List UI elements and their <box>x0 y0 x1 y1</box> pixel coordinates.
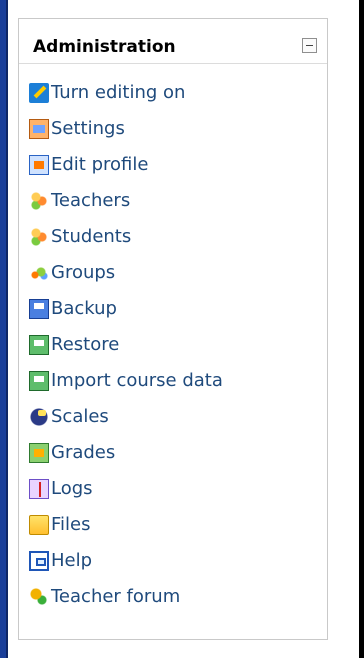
menu-item-settings[interactable]: Settings <box>29 111 223 147</box>
folder-icon <box>29 515 49 535</box>
menu-item-students[interactable]: Students <box>29 219 223 255</box>
left-border <box>0 0 8 658</box>
menu-item-groups[interactable]: Groups <box>29 255 223 291</box>
right-border <box>359 0 364 658</box>
help-icon <box>29 551 49 571</box>
grades-icon <box>29 443 49 463</box>
menu-item-label[interactable]: Import course data <box>51 372 223 390</box>
profile-icon <box>29 155 49 175</box>
menu-item-label[interactable]: Scales <box>51 408 109 426</box>
menu-item-grades[interactable]: Grades <box>29 435 223 471</box>
menu-item-label[interactable]: Logs <box>51 480 93 498</box>
import-icon <box>29 371 49 391</box>
collapse-button[interactable] <box>302 38 317 53</box>
menu-item-teachers[interactable]: Teachers <box>29 183 223 219</box>
menu-item-label[interactable]: Help <box>51 552 92 570</box>
settings-icon <box>29 119 49 139</box>
block-title: Administration <box>33 37 176 57</box>
forum-icon <box>29 587 49 607</box>
menu-item-label[interactable]: Restore <box>51 336 119 354</box>
menu-item-backup[interactable]: Backup <box>29 291 223 327</box>
menu-item-label[interactable]: Edit profile <box>51 156 148 174</box>
users-icon <box>29 227 49 247</box>
menu-item-import-course-data[interactable]: Import course data <box>29 363 223 399</box>
menu-item-label[interactable]: Grades <box>51 444 115 462</box>
menu-item-logs[interactable]: Logs <box>29 471 223 507</box>
block-header: Administration <box>19 19 327 64</box>
restore-icon <box>29 335 49 355</box>
menu-item-label[interactable]: Backup <box>51 300 117 318</box>
menu-item-teacher-forum[interactable]: Teacher forum <box>29 579 223 615</box>
admin-menu: Turn editing on Settings Edit profile Te… <box>29 75 223 615</box>
edit-icon <box>29 83 49 103</box>
menu-item-restore[interactable]: Restore <box>29 327 223 363</box>
menu-item-turn-editing-on[interactable]: Turn editing on <box>29 75 223 111</box>
groups-icon <box>29 263 49 283</box>
users-icon <box>29 191 49 211</box>
menu-item-label[interactable]: Students <box>51 228 131 246</box>
backup-icon <box>29 299 49 319</box>
menu-item-files[interactable]: Files <box>29 507 223 543</box>
menu-item-label[interactable]: Turn editing on <box>51 84 185 102</box>
menu-item-label[interactable]: Teacher forum <box>51 588 180 606</box>
menu-item-label[interactable]: Files <box>51 516 91 534</box>
menu-item-edit-profile[interactable]: Edit profile <box>29 147 223 183</box>
menu-item-help[interactable]: Help <box>29 543 223 579</box>
menu-item-label[interactable]: Teachers <box>51 192 130 210</box>
menu-item-label[interactable]: Groups <box>51 264 115 282</box>
menu-item-label[interactable]: Settings <box>51 120 125 138</box>
scales-icon <box>29 407 49 427</box>
logs-icon <box>29 479 49 499</box>
menu-item-scales[interactable]: Scales <box>29 399 223 435</box>
administration-block: Administration Turn editing on Settings … <box>18 18 328 640</box>
